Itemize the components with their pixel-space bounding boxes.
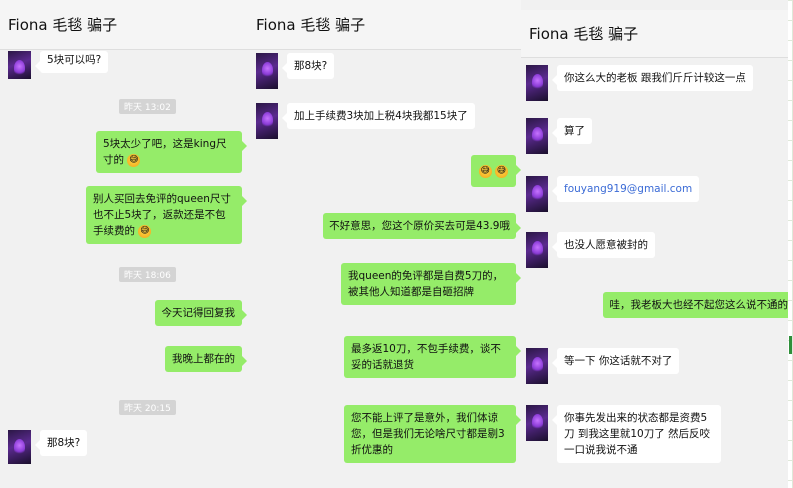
- message-row: 5块太少了吧，这是king尺寸的 😅: [96, 131, 247, 173]
- message-row: 也没人愿意被封的: [526, 232, 655, 268]
- message-row: 加上手续费3块加上税4块我都15块了: [256, 103, 475, 139]
- timestamp: 昨天 20:15: [119, 400, 176, 415]
- message-bubble: 你这么大的老板 跟我们斤斤计较这一点: [552, 65, 753, 91]
- timestamp: 昨天 18:06: [119, 267, 176, 282]
- purple-cat-avatar[interactable]: [8, 51, 31, 79]
- purple-cat-avatar[interactable]: [526, 348, 548, 384]
- message-row: 不好意思，您这个原价买去可是43.9哦: [323, 213, 521, 239]
- purple-cat-avatar[interactable]: [526, 65, 548, 101]
- chat-title: Fiona 毛毯 骗子: [256, 16, 366, 34]
- grinning-sweat-emoji-icon: 😅: [138, 224, 152, 238]
- message-bubble: 哇，我老板大也经不起您这么说不通的: [602, 292, 788, 318]
- chat-panel-2: Fiona 毛毯 骗子 那8块? 加上手续费3块加上税4块我都15块了 😅 😅 …: [251, 0, 521, 488]
- message-row: 哇，我老板大也经不起您这么说不通的: [602, 292, 788, 318]
- purple-cat-avatar[interactable]: [526, 232, 548, 268]
- purple-cat-avatar[interactable]: [526, 118, 548, 154]
- purple-cat-avatar[interactable]: [256, 53, 278, 89]
- message-row: 😅 😅: [470, 155, 521, 187]
- grinning-sweat-emoji-icon: 😅: [495, 164, 508, 178]
- grinning-sweat-emoji-icon: 😅: [478, 164, 492, 178]
- timestamp: 昨天 13:02: [119, 99, 176, 114]
- purple-cat-avatar[interactable]: [526, 176, 548, 212]
- message-text: 别人买回去免评的queen尺寸也不止5块了，返款还是不包手续费的: [93, 193, 231, 237]
- window-edge-marker: [789, 336, 792, 354]
- message-row: 你这么大的老板 跟我们斤斤计较这一点: [526, 65, 753, 101]
- message-bubble: 算了: [552, 118, 592, 144]
- grinning-sweat-emoji-icon: 😅: [127, 153, 141, 167]
- message-row: 别人买回去免评的queen尺寸也不止5块了，返款还是不包手续费的 😅: [86, 186, 247, 244]
- message-row: 我queen的免评都是自费5刀的，被其他人知道都是自砸招牌: [341, 263, 521, 305]
- message-row: 等一下 你这话就不对了: [526, 348, 680, 384]
- message-row: 今天记得回复我: [154, 300, 247, 326]
- chat-header: Fiona 毛毯 骗子: [0, 0, 251, 50]
- message-row: 你事先发出来的状态都是资费5刀 到我这里就10刀了 然后反咬一口说我说不通: [526, 405, 721, 463]
- message-bubble: 最多返10刀，不包手续费，谈不妥的话就退货: [344, 336, 521, 378]
- chat-title: Fiona 毛毯 骗子: [8, 16, 118, 34]
- message-row: 我晚上都在的: [165, 346, 247, 372]
- message-row: 那8块?: [256, 53, 335, 89]
- message-row: 算了: [526, 118, 592, 154]
- message-row: fouyang919@gmail.com: [526, 176, 700, 212]
- message-bubble: 等一下 你这话就不对了: [551, 348, 680, 374]
- message-bubble: 我queen的免评都是自费5刀的，被其他人知道都是自砸招牌: [341, 263, 521, 305]
- chat-title: Fiona 毛毯 骗子: [529, 25, 639, 43]
- purple-cat-avatar[interactable]: [256, 103, 278, 139]
- message-row: 那8块?: [8, 430, 88, 464]
- message-bubble: 加上手续费3块加上税4块我都15块了: [282, 103, 475, 129]
- message-bubble: 那8块?: [281, 53, 335, 79]
- email-link[interactable]: fouyang919@gmail.com: [551, 176, 700, 202]
- message-bubble: 别人买回去免评的queen尺寸也不止5块了，返款还是不包手续费的 😅: [86, 186, 247, 244]
- chat-header: Fiona 毛毯 骗子: [521, 10, 788, 58]
- message-bubble: 那8块?: [34, 430, 88, 456]
- message-bubble: 不好意思，您这个原价买去可是43.9哦: [323, 213, 521, 239]
- message-text: 5块太少了吧，这是king尺寸的: [103, 138, 227, 166]
- message-bubble: 5块可以吗?: [34, 51, 109, 73]
- message-bubble: 也没人愿意被封的: [552, 232, 655, 258]
- message-row: 您不能上评了是意外，我们体谅您，但是我们无论啥尺寸都是剔3折优惠的: [344, 405, 521, 463]
- message-bubble: 5块太少了吧，这是king尺寸的 😅: [96, 131, 247, 173]
- purple-cat-avatar[interactable]: [8, 430, 31, 464]
- message-row: 5块可以吗?: [8, 51, 109, 79]
- message-bubble: 我晚上都在的: [165, 346, 247, 372]
- chat-panel-1: Fiona 毛毯 骗子 5块可以吗? 昨天 13:02 5块太少了吧，这是kin…: [0, 0, 251, 488]
- purple-cat-avatar[interactable]: [526, 405, 548, 441]
- message-bubble: 您不能上评了是意外，我们体谅您，但是我们无论啥尺寸都是剔3折优惠的: [344, 405, 521, 463]
- message-bubble: 😅 😅: [470, 155, 521, 187]
- message-bubble: 今天记得回复我: [154, 300, 247, 326]
- message-bubble: 你事先发出来的状态都是资费5刀 到我这里就10刀了 然后反咬一口说我说不通: [552, 405, 721, 463]
- chat-panel-3: Fiona 毛毯 骗子 你这么大的老板 跟我们斤斤计较这一点 算了 fouyan…: [521, 0, 788, 488]
- message-row: 最多返10刀，不包手续费，谈不妥的话就退货: [344, 336, 521, 378]
- chat-header: Fiona 毛毯 骗子: [251, 0, 521, 50]
